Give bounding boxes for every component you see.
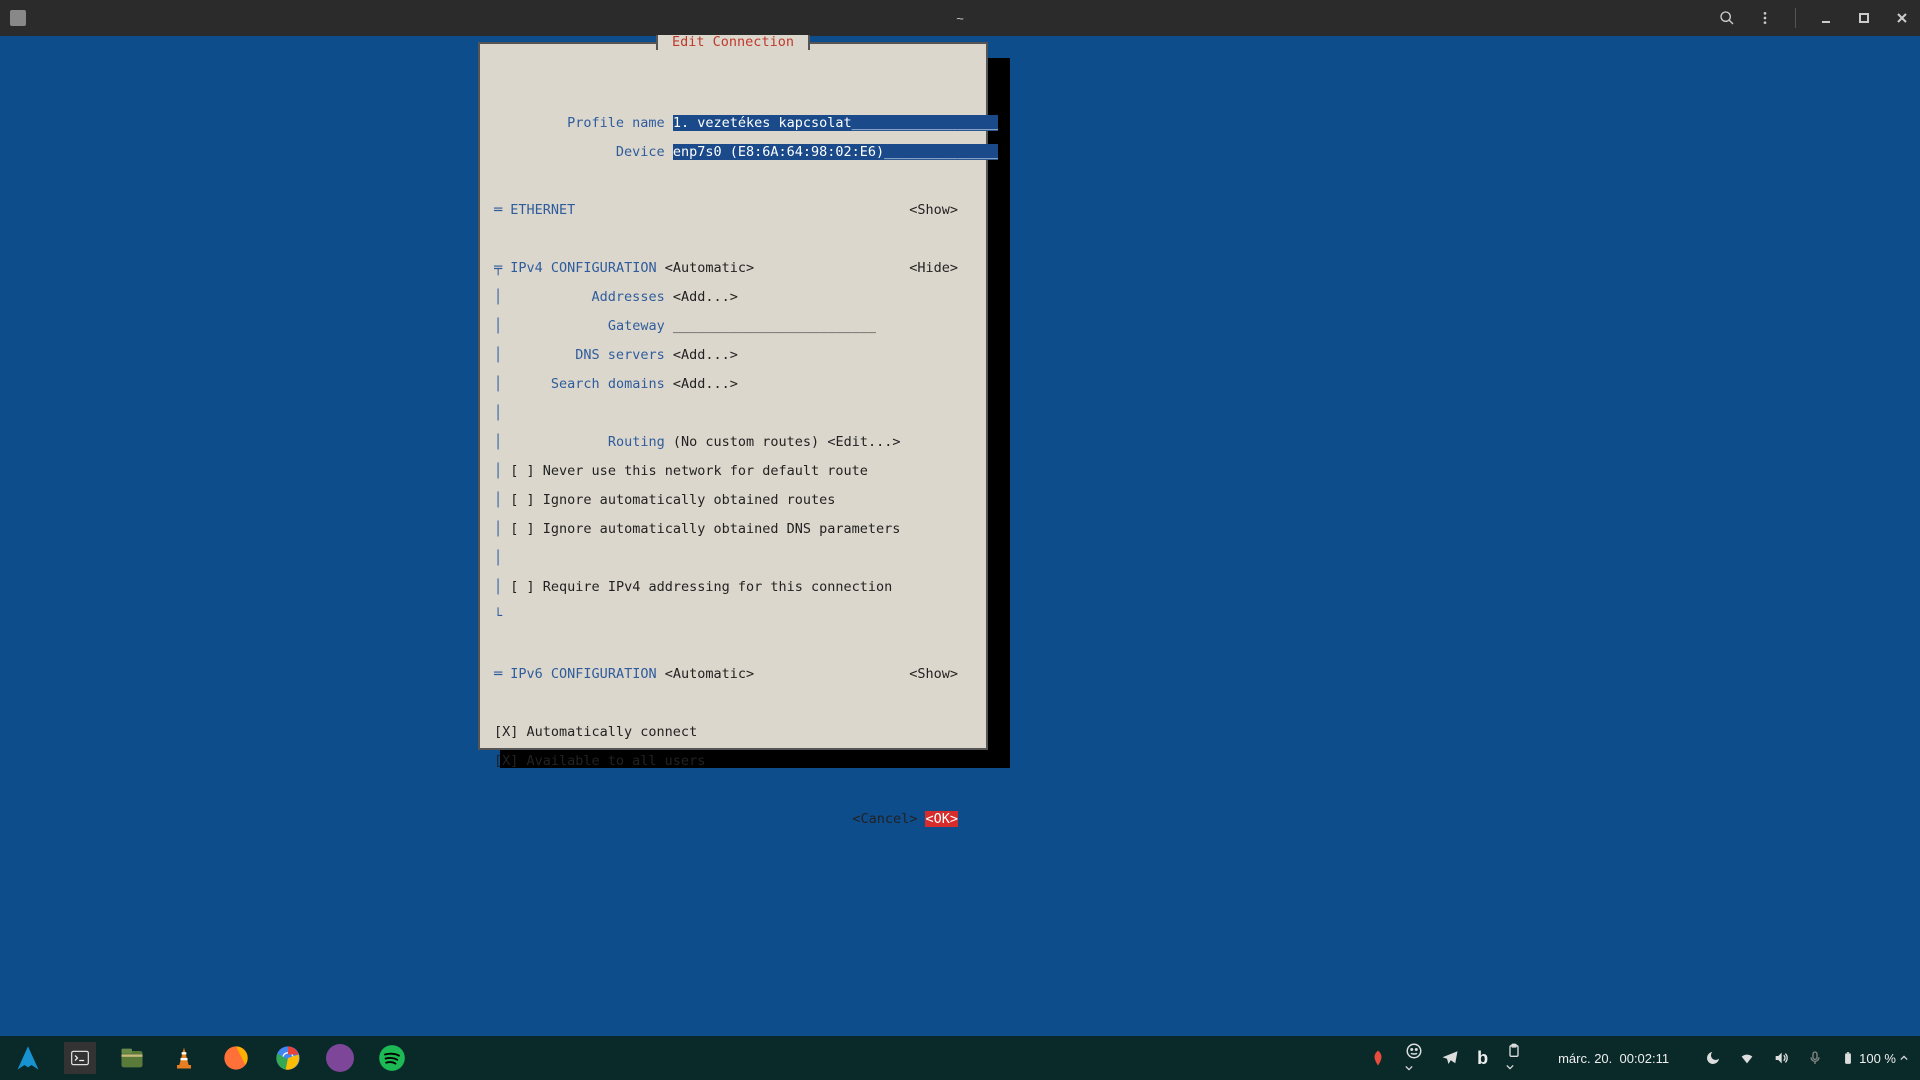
terminal-app-icon: [10, 10, 26, 26]
firefox-launcher-icon[interactable]: [220, 1042, 252, 1074]
search-domains-label: Search domains: [551, 376, 665, 392]
checkbox-all-users[interactable]: [X] Available to all users: [494, 753, 705, 769]
gateway-label: Gateway: [608, 318, 665, 334]
tor-launcher-icon[interactable]: [324, 1042, 356, 1074]
battery-percent: 100 %: [1859, 1051, 1896, 1066]
volume-tray-icon[interactable]: [1773, 1050, 1789, 1066]
minimize-button[interactable]: [1818, 10, 1834, 26]
titlebar-divider: [1795, 8, 1796, 28]
telegram-tray-icon[interactable]: [1441, 1049, 1459, 1067]
battery-tray-icon[interactable]: 100 %: [1841, 1051, 1908, 1066]
ipv6-section-label: IPv6 CONFIGURATION: [510, 666, 656, 682]
routing-edit[interactable]: <Edit...>: [827, 434, 900, 450]
checkbox-never-default[interactable]: [ ] Never use this network for default r…: [510, 463, 868, 479]
profile-name-label: Profile name: [567, 115, 665, 131]
files-launcher-icon[interactable]: [116, 1042, 148, 1074]
routing-label: Routing: [608, 434, 665, 450]
taskbar: b márc. 20. 00:02:11 100 %: [0, 1036, 1920, 1080]
checkbox-ignore-routes[interactable]: [ ] Ignore automatically obtained routes: [510, 492, 835, 508]
tray-app-icon[interactable]: [1369, 1049, 1387, 1067]
checkbox-auto-connect[interactable]: [X] Automatically connect: [494, 724, 697, 740]
close-button[interactable]: [1894, 10, 1910, 26]
vlc-launcher-icon[interactable]: [168, 1042, 200, 1074]
spotify-launcher-icon[interactable]: [376, 1042, 408, 1074]
dialog-title: Edit Connection: [656, 35, 810, 50]
ok-button[interactable]: <OK>: [925, 811, 958, 827]
emoji-picker-icon[interactable]: [1405, 1042, 1423, 1075]
window-titlebar: ~: [0, 0, 1920, 36]
ipv4-hide-toggle[interactable]: <Hide>: [909, 261, 958, 276]
taskbar-datetime[interactable]: márc. 20. 00:02:11: [1558, 1051, 1669, 1066]
profile-name-input[interactable]: 1. vezetékes kapcsolat__________________: [673, 115, 998, 131]
routing-value: (No custom routes): [673, 434, 819, 450]
cancel-button[interactable]: <Cancel>: [852, 811, 917, 827]
network-tray-icon[interactable]: [1739, 1050, 1755, 1066]
ipv4-mode[interactable]: <Automatic>: [665, 260, 754, 276]
search-domains-add[interactable]: <Add...>: [673, 376, 738, 392]
window-title: ~: [956, 11, 964, 26]
addresses-label: Addresses: [592, 289, 665, 305]
clipboard-tray-icon[interactable]: [1506, 1043, 1522, 1074]
ethernet-section-label: ETHERNET: [510, 202, 575, 218]
device-label: Device: [616, 144, 665, 160]
menu-icon[interactable]: [1757, 10, 1773, 26]
device-input[interactable]: enp7s0 (E8:6A:64:98:02:E6)______________: [673, 144, 998, 160]
night-mode-icon[interactable]: [1705, 1050, 1721, 1066]
nmtui-dialog: Edit Connection Profile name 1. vezetéke…: [478, 42, 988, 750]
microphone-tray-icon[interactable]: [1807, 1050, 1823, 1066]
chrome-launcher-icon[interactable]: [272, 1042, 304, 1074]
addresses-add[interactable]: <Add...>: [673, 289, 738, 305]
checkbox-require-ipv4[interactable]: [ ] Require IPv4 addressing for this con…: [510, 579, 892, 595]
dns-label: DNS servers: [575, 347, 664, 363]
checkbox-ignore-dns[interactable]: [ ] Ignore automatically obtained DNS pa…: [510, 521, 900, 537]
gateway-input[interactable]: _________________________: [673, 318, 876, 334]
ethernet-show-toggle[interactable]: <Show>: [909, 203, 958, 218]
search-icon[interactable]: [1719, 10, 1735, 26]
terminal-area: Edit Connection Profile name 1. vezetéke…: [0, 36, 1920, 1036]
ipv4-section-label: IPv4 CONFIGURATION: [510, 260, 656, 276]
ipv6-show-toggle[interactable]: <Show>: [909, 667, 958, 682]
ipv6-mode[interactable]: <Automatic>: [665, 666, 754, 682]
bing-tray-icon[interactable]: b: [1477, 1048, 1488, 1069]
maximize-button[interactable]: [1856, 10, 1872, 26]
dns-add[interactable]: <Add...>: [673, 347, 738, 363]
terminal-launcher-icon[interactable]: [64, 1042, 96, 1074]
arch-menu-icon[interactable]: [12, 1042, 44, 1074]
